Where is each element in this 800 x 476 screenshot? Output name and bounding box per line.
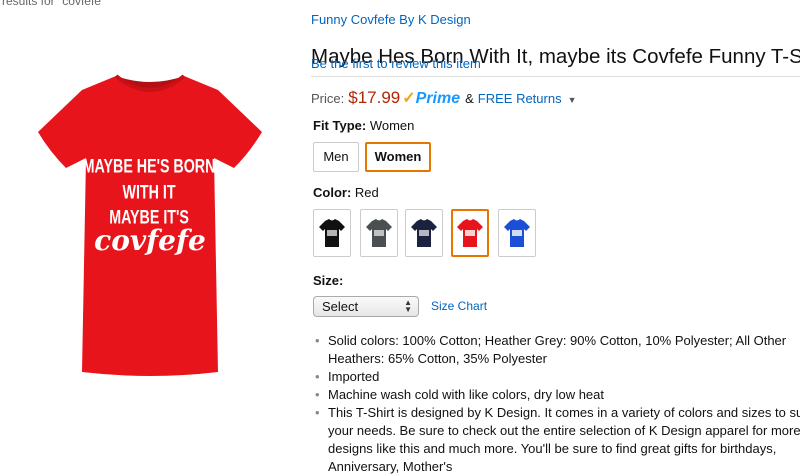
color-heading: Color: [313, 185, 352, 200]
shirt-text-line4: covfefe [94, 224, 206, 257]
fit-option-women[interactable]: Women [365, 142, 431, 172]
price-label: Price: [311, 91, 345, 106]
price-row: Price: $17.99 ✓ Prime & FREE Returns ▼ [311, 88, 577, 108]
free-returns-link[interactable]: FREE Returns [478, 91, 562, 106]
tshirt-thumb-icon [457, 219, 483, 247]
list-item: Machine wash cold with like colors, dry … [315, 386, 800, 404]
color-swatch-navy[interactable] [405, 209, 443, 257]
feature-bullets: Solid colors: 100% Cotton; Heather Grey:… [313, 332, 800, 476]
search-results-text: results for "covfefe" [2, 0, 106, 8]
tshirt-thumb-icon [319, 219, 345, 247]
fit-type-label: Fit Type: Women [313, 118, 414, 133]
amp-text: & [465, 91, 474, 106]
fit-type-selected: Women [369, 118, 415, 133]
prime-label: Prime [415, 90, 461, 107]
tshirt-thumb-icon [504, 219, 530, 247]
product-image[interactable]: MAYBE HE'S BORN WITH IT MAYBE IT'S covfe… [0, 60, 300, 390]
divider [311, 76, 800, 77]
tshirt-thumb-icon [366, 219, 392, 247]
select-arrows-icon: ▲ ▼ [404, 298, 412, 314]
fit-type-heading: Fit Type: [313, 118, 367, 133]
size-select[interactable]: Select ▲ ▼ [313, 296, 419, 317]
price-value: $17.99 [348, 88, 401, 107]
brand-link[interactable]: Funny Covfefe By K Design [311, 12, 471, 27]
list-item: This T-Shirt is designed by K Design. It… [315, 404, 800, 476]
tshirt-image: MAYBE HE'S BORN WITH IT MAYBE IT'S covfe… [38, 74, 262, 376]
shirt-text-line2: WITH IT [123, 182, 177, 204]
list-item: Solid colors: 100% Cotton; Heather Grey:… [315, 332, 800, 368]
color-swatch-black[interactable] [313, 209, 351, 257]
color-swatch-heather-grey[interactable] [360, 209, 398, 257]
size-label: Size: [313, 273, 344, 288]
tshirt-thumb-icon [411, 219, 437, 247]
review-link[interactable]: Be the first to review this item [311, 56, 481, 71]
list-item: Imported [315, 368, 800, 386]
size-chart-link[interactable]: Size Chart [431, 299, 487, 313]
color-selected: Red [354, 185, 379, 200]
chevron-down-icon[interactable]: ▼ [568, 95, 577, 105]
color-label: Color: Red [313, 185, 379, 200]
shirt-text-line1: MAYBE HE'S BORN [83, 155, 216, 177]
color-swatch-royal-blue[interactable] [498, 209, 536, 257]
prime-check-icon: ✓ [402, 90, 416, 107]
color-swatch-red[interactable] [451, 209, 489, 257]
size-select-value: Select [322, 299, 359, 314]
prime-badge: ✓ Prime [402, 88, 460, 108]
fit-option-men[interactable]: Men [313, 142, 359, 172]
